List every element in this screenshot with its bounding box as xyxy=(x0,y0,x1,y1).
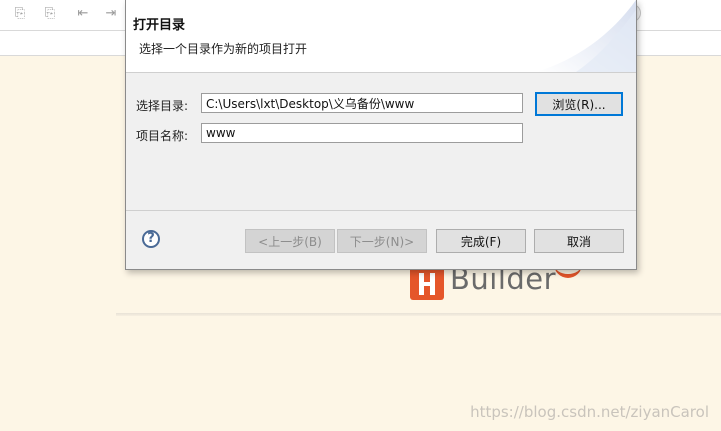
dialog-separator xyxy=(126,210,636,211)
directory-label: 选择目录: xyxy=(136,99,189,113)
cancel-button[interactable]: 取消 xyxy=(534,229,624,253)
dialog-header: 打开目录 选择一个目录作为新的项目打开 xyxy=(126,0,636,73)
back-button[interactable]: <上一步(B) xyxy=(245,229,335,253)
hbuilder-h-mark xyxy=(410,266,444,300)
project-name-input[interactable] xyxy=(201,123,523,143)
dialog-subtitle: 选择一个目录作为新的项目打开 xyxy=(139,42,308,56)
help-icon[interactable]: ? xyxy=(142,230,160,248)
indent-left-icon[interactable]: ⇤ xyxy=(76,7,90,21)
open-directory-dialog: 打开目录 选择一个目录作为新的项目打开 选择目录: 浏览(R)... 项目名称:… xyxy=(125,0,637,270)
browse-button[interactable]: 浏览(R)... xyxy=(535,92,623,116)
dialog-title: 打开目录 xyxy=(133,18,186,33)
directory-input[interactable] xyxy=(201,93,523,113)
watermark: https://blog.csdn.net/ziyanCarol xyxy=(470,403,709,421)
header-decoration-icon xyxy=(536,0,636,72)
indent-right-icon[interactable]: ⇥ xyxy=(104,7,118,21)
new-file-icon[interactable]: ⎘ xyxy=(13,7,27,21)
project-name-label: 项目名称: xyxy=(136,129,189,143)
save-icon[interactable]: ⎘ xyxy=(43,7,57,21)
panel-divider xyxy=(116,313,721,316)
next-button[interactable]: 下一步(N)> xyxy=(337,229,427,253)
finish-button[interactable]: 完成(F) xyxy=(436,229,526,253)
